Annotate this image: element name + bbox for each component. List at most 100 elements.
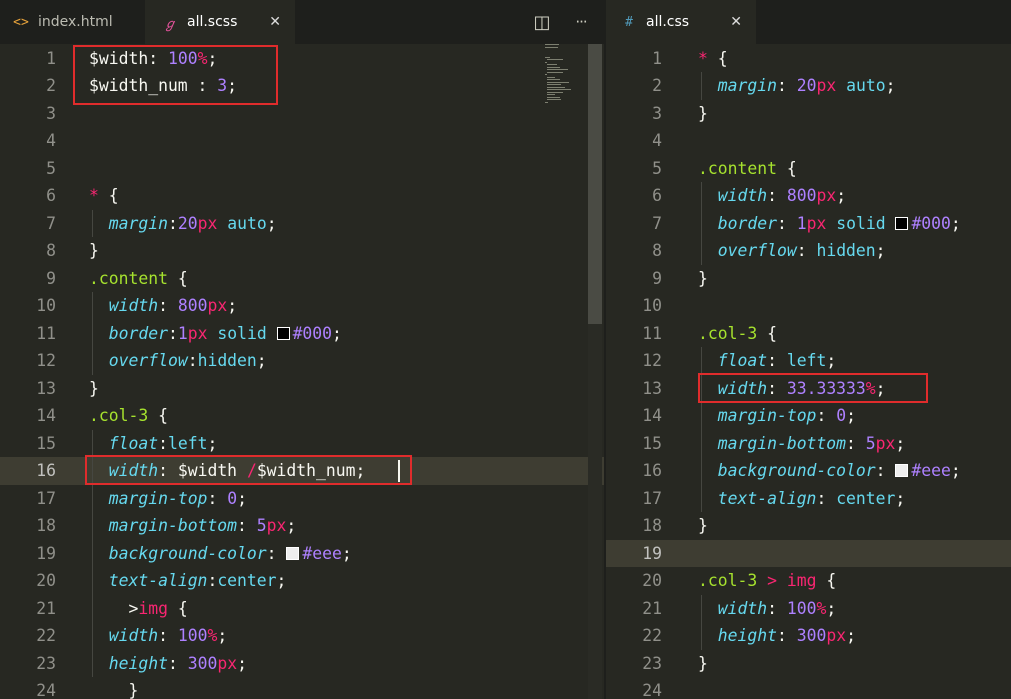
minimap[interactable] — [545, 44, 571, 106]
code-line[interactable]: 19 background-color: #eee; — [0, 540, 604, 568]
code-token: px — [207, 296, 228, 315]
line-number: 15 — [642, 433, 662, 453]
code-line[interactable]: 23} — [606, 650, 1011, 678]
code-token: 5 — [256, 516, 267, 535]
code-text: $width: 100%; — [89, 45, 217, 73]
code-token: ; — [207, 48, 218, 68]
scss-editor[interactable]: 1 $width: 100%; 2 $width_num : 3; 3 4 5 6 * {7 m… — [0, 44, 604, 699]
code-line[interactable]: 15 margin-bottom: 5px; — [606, 430, 1011, 458]
css-editor[interactable]: 1 * {2 margin: 20px auto; 3} 4 5 .content {6 … — [606, 44, 1011, 699]
code-line[interactable]: 14 .col-3 { — [0, 402, 604, 430]
code-line[interactable]: 3 — [0, 100, 604, 128]
code-line[interactable]: 12 overflow:hidden; — [0, 347, 604, 375]
code-token: width — [108, 626, 159, 645]
code-line[interactable]: 15 float:left; — [0, 430, 604, 458]
code-line[interactable]: 20 .col-3 > img { — [606, 567, 1011, 595]
code-line[interactable]: 7 margin:20px auto; — [0, 210, 604, 238]
tab-label: index.html — [38, 14, 113, 30]
code-token: hidden — [816, 241, 876, 260]
code-line[interactable]: 18} — [606, 512, 1011, 540]
line-number: 22 — [36, 626, 56, 645]
code-line[interactable]: 22 width: 100%; — [0, 622, 604, 650]
code-token: ; — [332, 323, 342, 343]
code-token: : — [158, 461, 178, 480]
code-token: border — [108, 323, 168, 343]
code-line[interactable]: 2 margin: 20px auto; — [606, 72, 1011, 100]
line-number: 13 — [36, 378, 56, 398]
code-brackets-icon: <> — [13, 14, 29, 30]
code-line[interactable]: 14 margin-top: 0; — [606, 402, 1011, 430]
code-line[interactable]: 2 $width_num : 3; — [0, 72, 604, 100]
code-line[interactable]: 24 — [606, 677, 1011, 699]
code-line[interactable]: 6 * { — [0, 182, 604, 210]
code-line[interactable]: 5 .content { — [606, 155, 1011, 183]
code-line[interactable]: 4 — [0, 127, 604, 155]
code-line[interactable]: 8 overflow: hidden; — [606, 237, 1011, 265]
code-line[interactable]: 19 — [606, 539, 1011, 567]
code-token: ; — [227, 76, 238, 95]
code-token: : — [776, 213, 797, 233]
code-line[interactable]: 18 margin-bottom: 5px; — [0, 512, 604, 540]
code-token: ; — [207, 433, 218, 453]
code-line[interactable]: 24 } — [0, 677, 604, 699]
code-line[interactable]: 1 * { — [606, 45, 1011, 73]
code-line[interactable]: 6 width: 800px; — [606, 182, 1011, 210]
code-line[interactable]: 16 width: $width /$width_num; — [0, 457, 604, 485]
code-line[interactable]: 20 text-align:center; — [0, 567, 604, 595]
scrollbar-thumb[interactable] — [588, 44, 602, 324]
code-line[interactable]: 9} — [606, 265, 1011, 293]
code-line[interactable]: 4 — [606, 127, 1011, 155]
code-line[interactable]: 3} — [606, 100, 1011, 128]
split-editor-icon[interactable]: ◫ — [529, 0, 555, 44]
code-token: 0 — [836, 406, 847, 425]
more-icon[interactable]: ··· — [568, 0, 594, 44]
code-line[interactable]: 22 height: 300px; — [606, 622, 1011, 650]
code-line[interactable]: 17 margin-top: 0; — [0, 485, 604, 513]
code-token: { — [776, 158, 797, 178]
close-icon[interactable]: ✕ — [730, 14, 742, 30]
close-icon[interactable]: ✕ — [269, 14, 281, 30]
tab-index-html[interactable]: <> index.html — [0, 0, 145, 44]
code-text: $width_num : 3; — [89, 72, 237, 100]
minimap-line — [547, 99, 562, 100]
code-token: px — [826, 626, 847, 645]
tab-all-css[interactable]: # all.css ✕ — [606, 0, 756, 44]
code-line[interactable]: 16 background-color: #eee; — [606, 457, 1011, 485]
code-token: 1 — [177, 323, 188, 343]
minimap-line — [547, 69, 568, 70]
code-line[interactable]: 1 $width: 100%; — [0, 45, 604, 73]
tab-all-scss[interactable]: ℊ all.scss ✕ — [145, 0, 295, 44]
code-token: text-align — [108, 571, 208, 590]
code-line[interactable]: 21 >img { — [0, 595, 604, 623]
line-number: 3 — [46, 103, 56, 123]
code-line[interactable]: 11 border:1px solid #000; — [0, 320, 604, 348]
code-line[interactable]: 7 border: 1px solid #000; — [606, 210, 1011, 238]
code-line[interactable]: 12 float: left; — [606, 347, 1011, 375]
code-line[interactable]: 13} — [0, 375, 604, 403]
code-line[interactable]: 11 .col-3 { — [606, 320, 1011, 348]
indent-guide — [92, 292, 93, 375]
code-line[interactable]: 8} — [0, 237, 604, 265]
code-token: { — [167, 268, 188, 288]
code-line[interactable]: 5 — [0, 155, 604, 183]
code-token: ; — [836, 186, 847, 205]
code-line[interactable]: 21 width: 100%; — [606, 595, 1011, 623]
code-line[interactable]: 23 height: 300px; — [0, 650, 604, 678]
code-token: .col-3 — [698, 323, 758, 343]
code-token: ; — [950, 213, 961, 233]
code-line[interactable]: 17 text-align: center; — [606, 485, 1011, 513]
line-number: 23 — [642, 653, 662, 673]
code-text: width: 800px; — [89, 292, 237, 320]
code-token: #000 — [292, 323, 333, 343]
minimap-line — [547, 91, 563, 93]
code-line[interactable]: 10 width: 800px; — [0, 292, 604, 320]
line-number: 10 — [642, 296, 662, 315]
text-cursor — [398, 460, 400, 482]
code-token: > — [767, 571, 777, 590]
code-line[interactable]: 13 width: 33.33333%; — [606, 375, 1011, 403]
code-line[interactable]: 10 — [606, 292, 1011, 320]
code-line[interactable]: 9 .content { — [0, 265, 604, 293]
